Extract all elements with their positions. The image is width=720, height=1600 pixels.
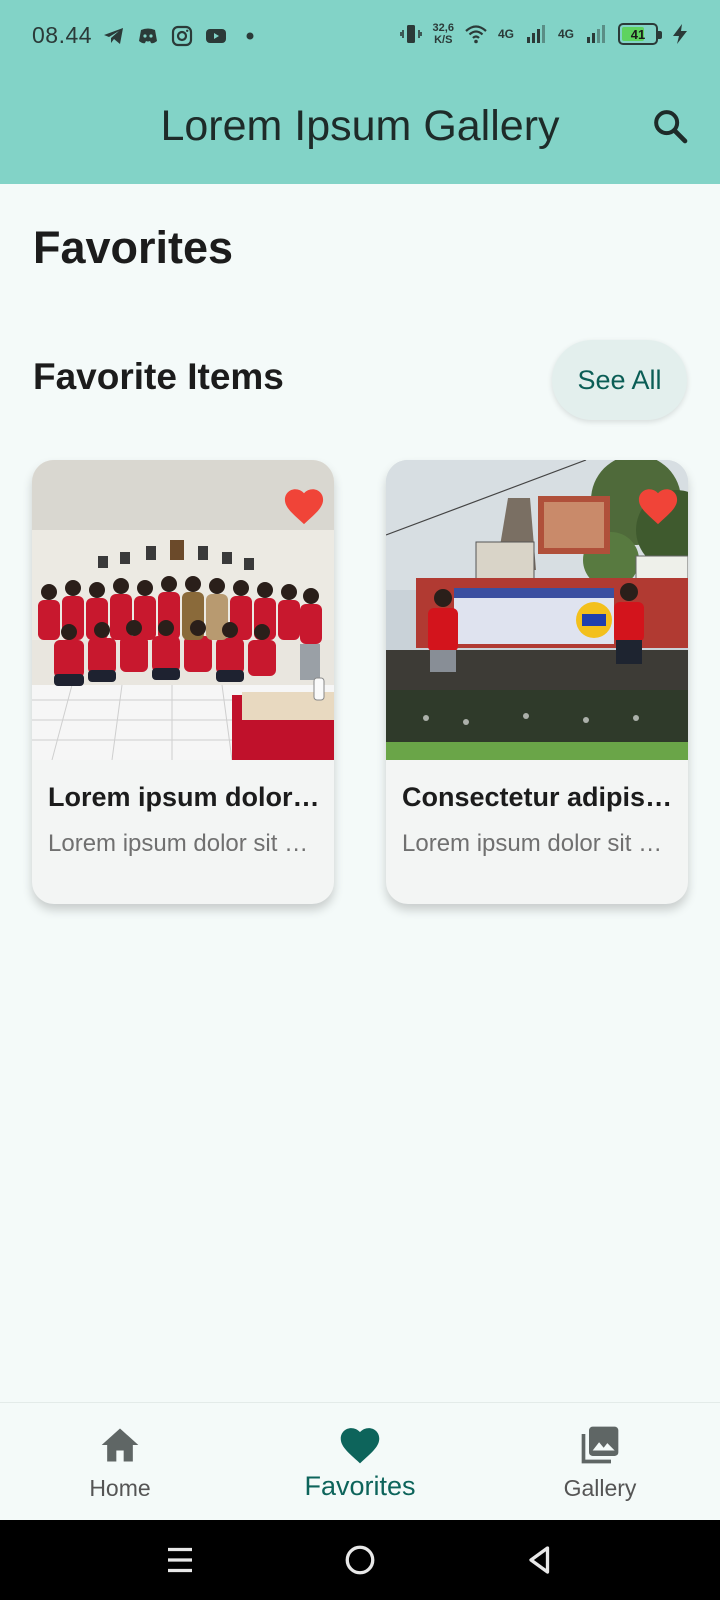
search-button[interactable] [648, 104, 692, 148]
card-title: Lorem ipsum dolor sit amet [48, 782, 320, 812]
card-image [32, 460, 334, 760]
card-image [386, 460, 688, 760]
discord-icon [139, 28, 157, 44]
signal-icon [526, 25, 545, 43]
favorite-heart-icon[interactable] [636, 486, 680, 526]
heart-icon [340, 1428, 380, 1464]
instagram-icon [171, 25, 193, 47]
page-title: Favorites [33, 222, 234, 273]
network-type-1: 4G [497, 27, 514, 41]
back-icon[interactable] [522, 1542, 558, 1578]
bottom-navigation: Home Favorites Gallery [0, 1402, 720, 1520]
see-all-button[interactable]: See All [552, 340, 687, 420]
youtube-icon [206, 29, 226, 43]
card-subtitle: Lorem ipsum dolor sit amet, consectetur [402, 830, 674, 857]
charging-icon [673, 24, 687, 44]
status-bar: 08.44 32,6 K/S 4G 4G 41 [0, 0, 720, 72]
telegram-icon [104, 28, 123, 44]
app-bar: 08.44 32,6 K/S 4G 4G 41 Lorem Ipsum Gall… [0, 0, 720, 184]
wifi-icon [465, 25, 487, 44]
signal-icon [587, 25, 605, 43]
speed-unit: K/S [434, 34, 453, 46]
photo-library-icon [581, 1426, 619, 1464]
search-icon [654, 110, 688, 144]
nav-label-home: Home [89, 1475, 151, 1501]
battery-icon: 41 [618, 23, 662, 45]
section-title: Favorite Items [33, 356, 284, 397]
network-type-2: 4G [557, 27, 574, 41]
dot-icon [246, 32, 254, 40]
status-time: 08.44 [32, 22, 93, 48]
favorite-heart-icon[interactable] [282, 486, 326, 526]
favorite-card[interactable]: Consectetur adipiscing elit Lorem ipsum … [386, 460, 688, 904]
nav-item-home[interactable]: Home [0, 1403, 240, 1521]
favorite-card[interactable]: Lorem ipsum dolor sit amet Lorem ipsum d… [32, 460, 334, 904]
nav-label-favorites: Favorites [304, 1471, 416, 1501]
vibrate-icon [399, 25, 422, 43]
home-circle-icon[interactable] [342, 1542, 378, 1578]
network-speed: 32,6 K/S [433, 22, 454, 46]
card-subtitle: Lorem ipsum dolor sit amet, consectetur [48, 830, 320, 857]
menu-icon[interactable] [162, 1542, 198, 1578]
app-title: Lorem Ipsum Gallery [160, 102, 560, 150]
notification-icons [102, 24, 262, 48]
nav-label-gallery: Gallery [563, 1475, 637, 1501]
nav-item-gallery[interactable]: Gallery [480, 1403, 720, 1521]
home-icon [101, 1428, 139, 1462]
speed-value: 32,6 [432, 22, 454, 34]
battery-level: 41 [630, 26, 646, 42]
nav-item-favorites[interactable]: Favorites [240, 1403, 480, 1521]
system-status-icons: 32,6 K/S 4G 4G 41 [399, 22, 692, 46]
card-title: Consectetur adipiscing elit [402, 782, 674, 812]
system-navigation-bar [0, 1520, 720, 1600]
